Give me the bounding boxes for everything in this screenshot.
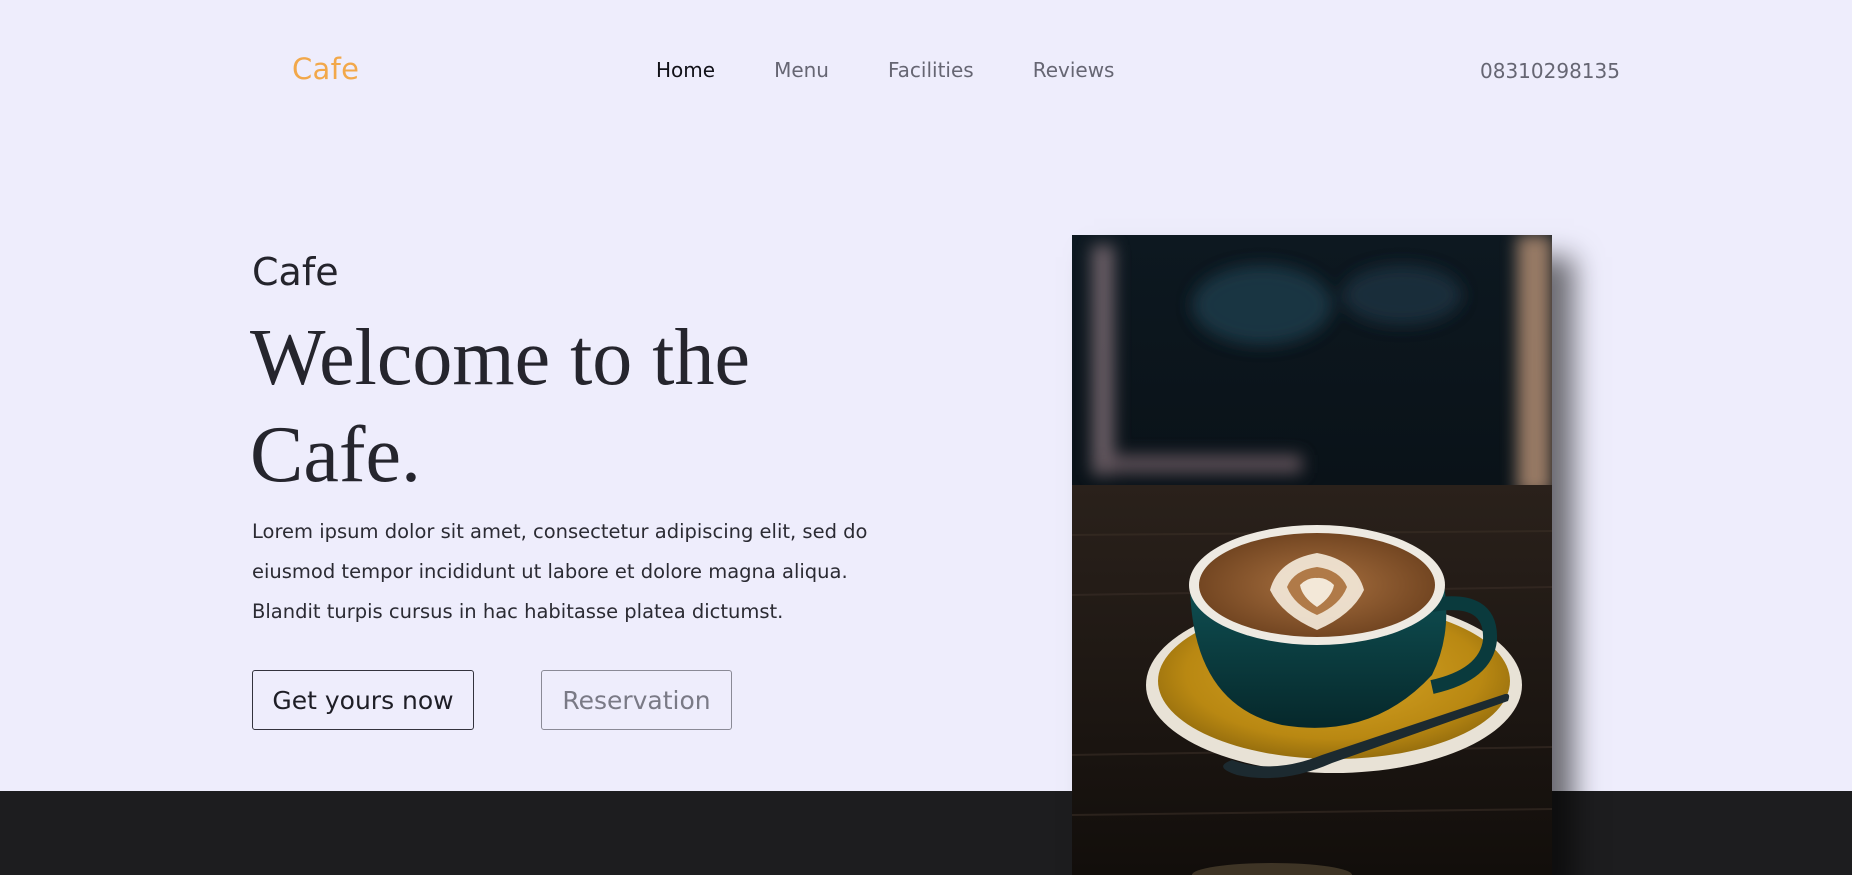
hero-description-line3: Blandit turpis cursus in hac habitasse p… [252, 600, 784, 623]
site-header: Cafe Home Menu Facilities Reviews 083102… [0, 0, 1852, 140]
phone-number[interactable]: 08310298135 [1480, 59, 1620, 83]
nav-item-reviews[interactable]: Reviews [1033, 58, 1115, 82]
hero-description-line1: Lorem ipsum dolor sit amet, consectetur … [252, 520, 868, 543]
hero-image [1072, 235, 1552, 875]
brand-logo[interactable]: Cafe [292, 52, 359, 86]
get-yours-now-button[interactable]: Get yours now [252, 670, 474, 730]
hero-headline-line2: Cafe. [250, 411, 422, 499]
hero-headline: Welcome to the Cafe. [250, 310, 870, 504]
hero-description: Lorem ipsum dolor sit amet, consectetur … [252, 512, 912, 632]
landing-page: Cafe Home Menu Facilities Reviews 083102… [0, 0, 1852, 875]
footer-band [0, 791, 1852, 875]
hero-eyebrow: Cafe [252, 250, 339, 294]
hero-description-line2: eiusmod tempor incididunt ut labore et d… [252, 560, 848, 583]
main-nav: Home Menu Facilities Reviews [656, 58, 1173, 82]
hero-headline-line1: Welcome to the [250, 314, 751, 402]
nav-item-home[interactable]: Home [656, 58, 715, 82]
nav-item-facilities[interactable]: Facilities [888, 58, 974, 82]
nav-item-menu[interactable]: Menu [774, 58, 829, 82]
reservation-button[interactable]: Reservation [541, 670, 732, 730]
latte-art-coffee-cup-icon [1072, 235, 1552, 875]
